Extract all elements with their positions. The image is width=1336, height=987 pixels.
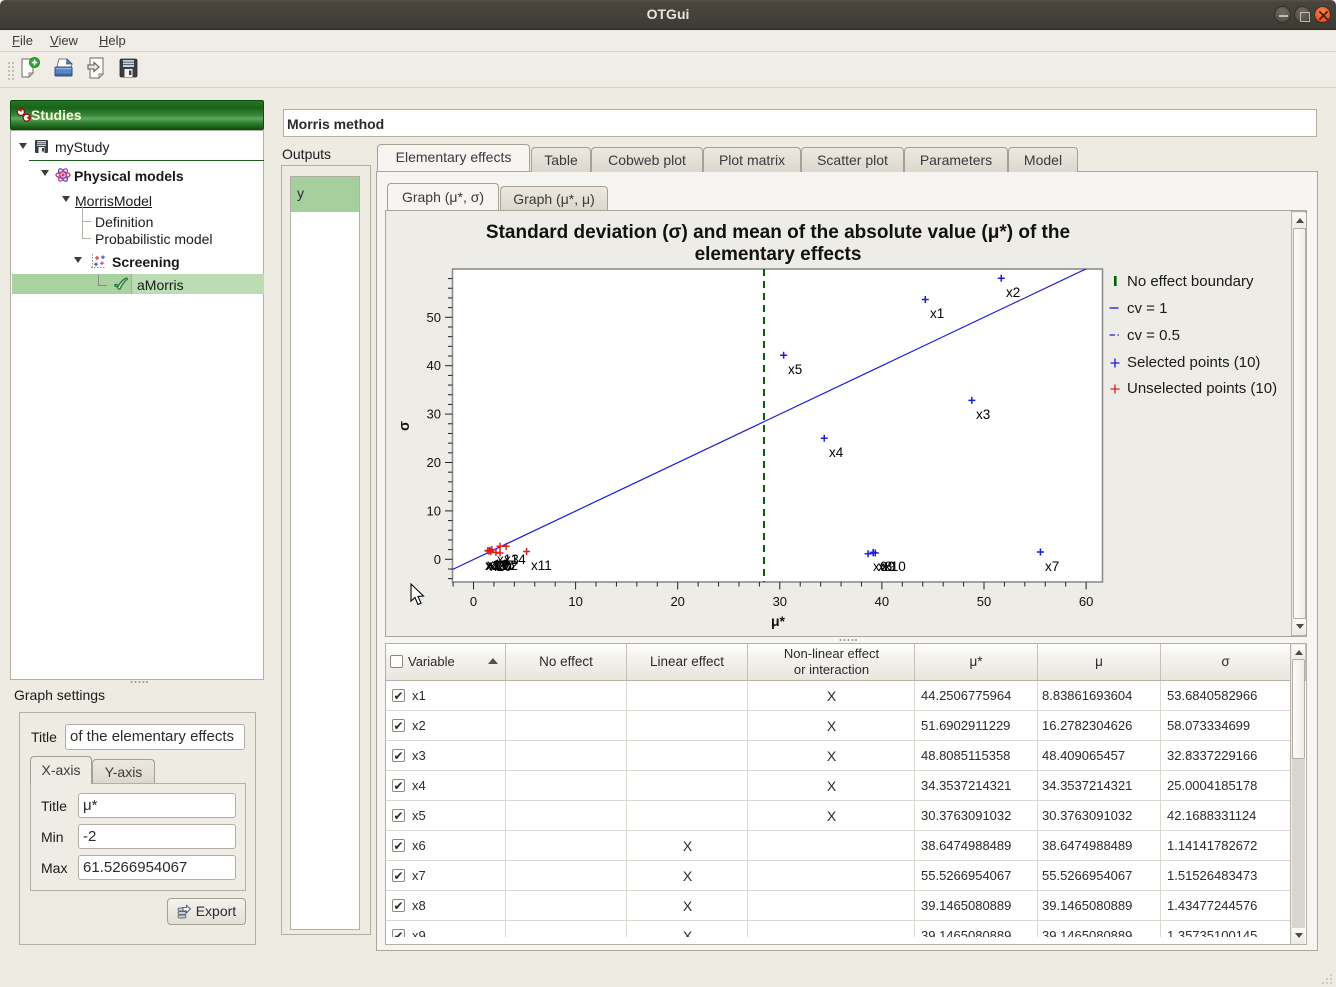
svg-text:cv = 0.5: cv = 0.5 — [1127, 327, 1180, 344]
svg-text:elementary effects: elementary effects — [695, 244, 862, 265]
svg-text:x7: x7 — [1045, 559, 1059, 574]
svg-text:10: 10 — [427, 503, 441, 518]
svg-text:50: 50 — [427, 310, 441, 325]
svg-text:20: 20 — [670, 594, 684, 609]
svg-text:0: 0 — [470, 594, 477, 609]
svg-text:x2: x2 — [1006, 285, 1020, 300]
svg-text:x5: x5 — [788, 362, 802, 377]
svg-text:Selected points (10): Selected points (10) — [1127, 354, 1260, 371]
svg-text:40: 40 — [875, 594, 889, 609]
svg-text:σ: σ — [397, 421, 413, 431]
svg-text:Standard deviation (σ) and mea: Standard deviation (σ) and mean of the a… — [486, 222, 1070, 243]
svg-text:No effect boundary: No effect boundary — [1127, 273, 1254, 290]
svg-text:30: 30 — [427, 407, 441, 422]
svg-text:cv = 1: cv = 1 — [1127, 300, 1167, 317]
svg-text:0: 0 — [434, 552, 441, 567]
svg-text:x1: x1 — [930, 306, 944, 321]
svg-text:Unselected points (10): Unselected points (10) — [1127, 380, 1277, 397]
svg-text:50: 50 — [977, 594, 991, 609]
svg-text:20: 20 — [427, 455, 441, 470]
svg-text:x20: x20 — [490, 559, 512, 574]
svg-text:30: 30 — [773, 594, 787, 609]
svg-text:40: 40 — [427, 358, 441, 373]
svg-text:x10: x10 — [884, 559, 906, 574]
svg-text:μ*: μ* — [771, 613, 786, 629]
svg-text:x11: x11 — [531, 558, 552, 573]
svg-text:60: 60 — [1079, 594, 1093, 609]
svg-text:x3: x3 — [976, 407, 990, 422]
svg-text:x4: x4 — [829, 445, 844, 460]
svg-text:10: 10 — [568, 594, 582, 609]
